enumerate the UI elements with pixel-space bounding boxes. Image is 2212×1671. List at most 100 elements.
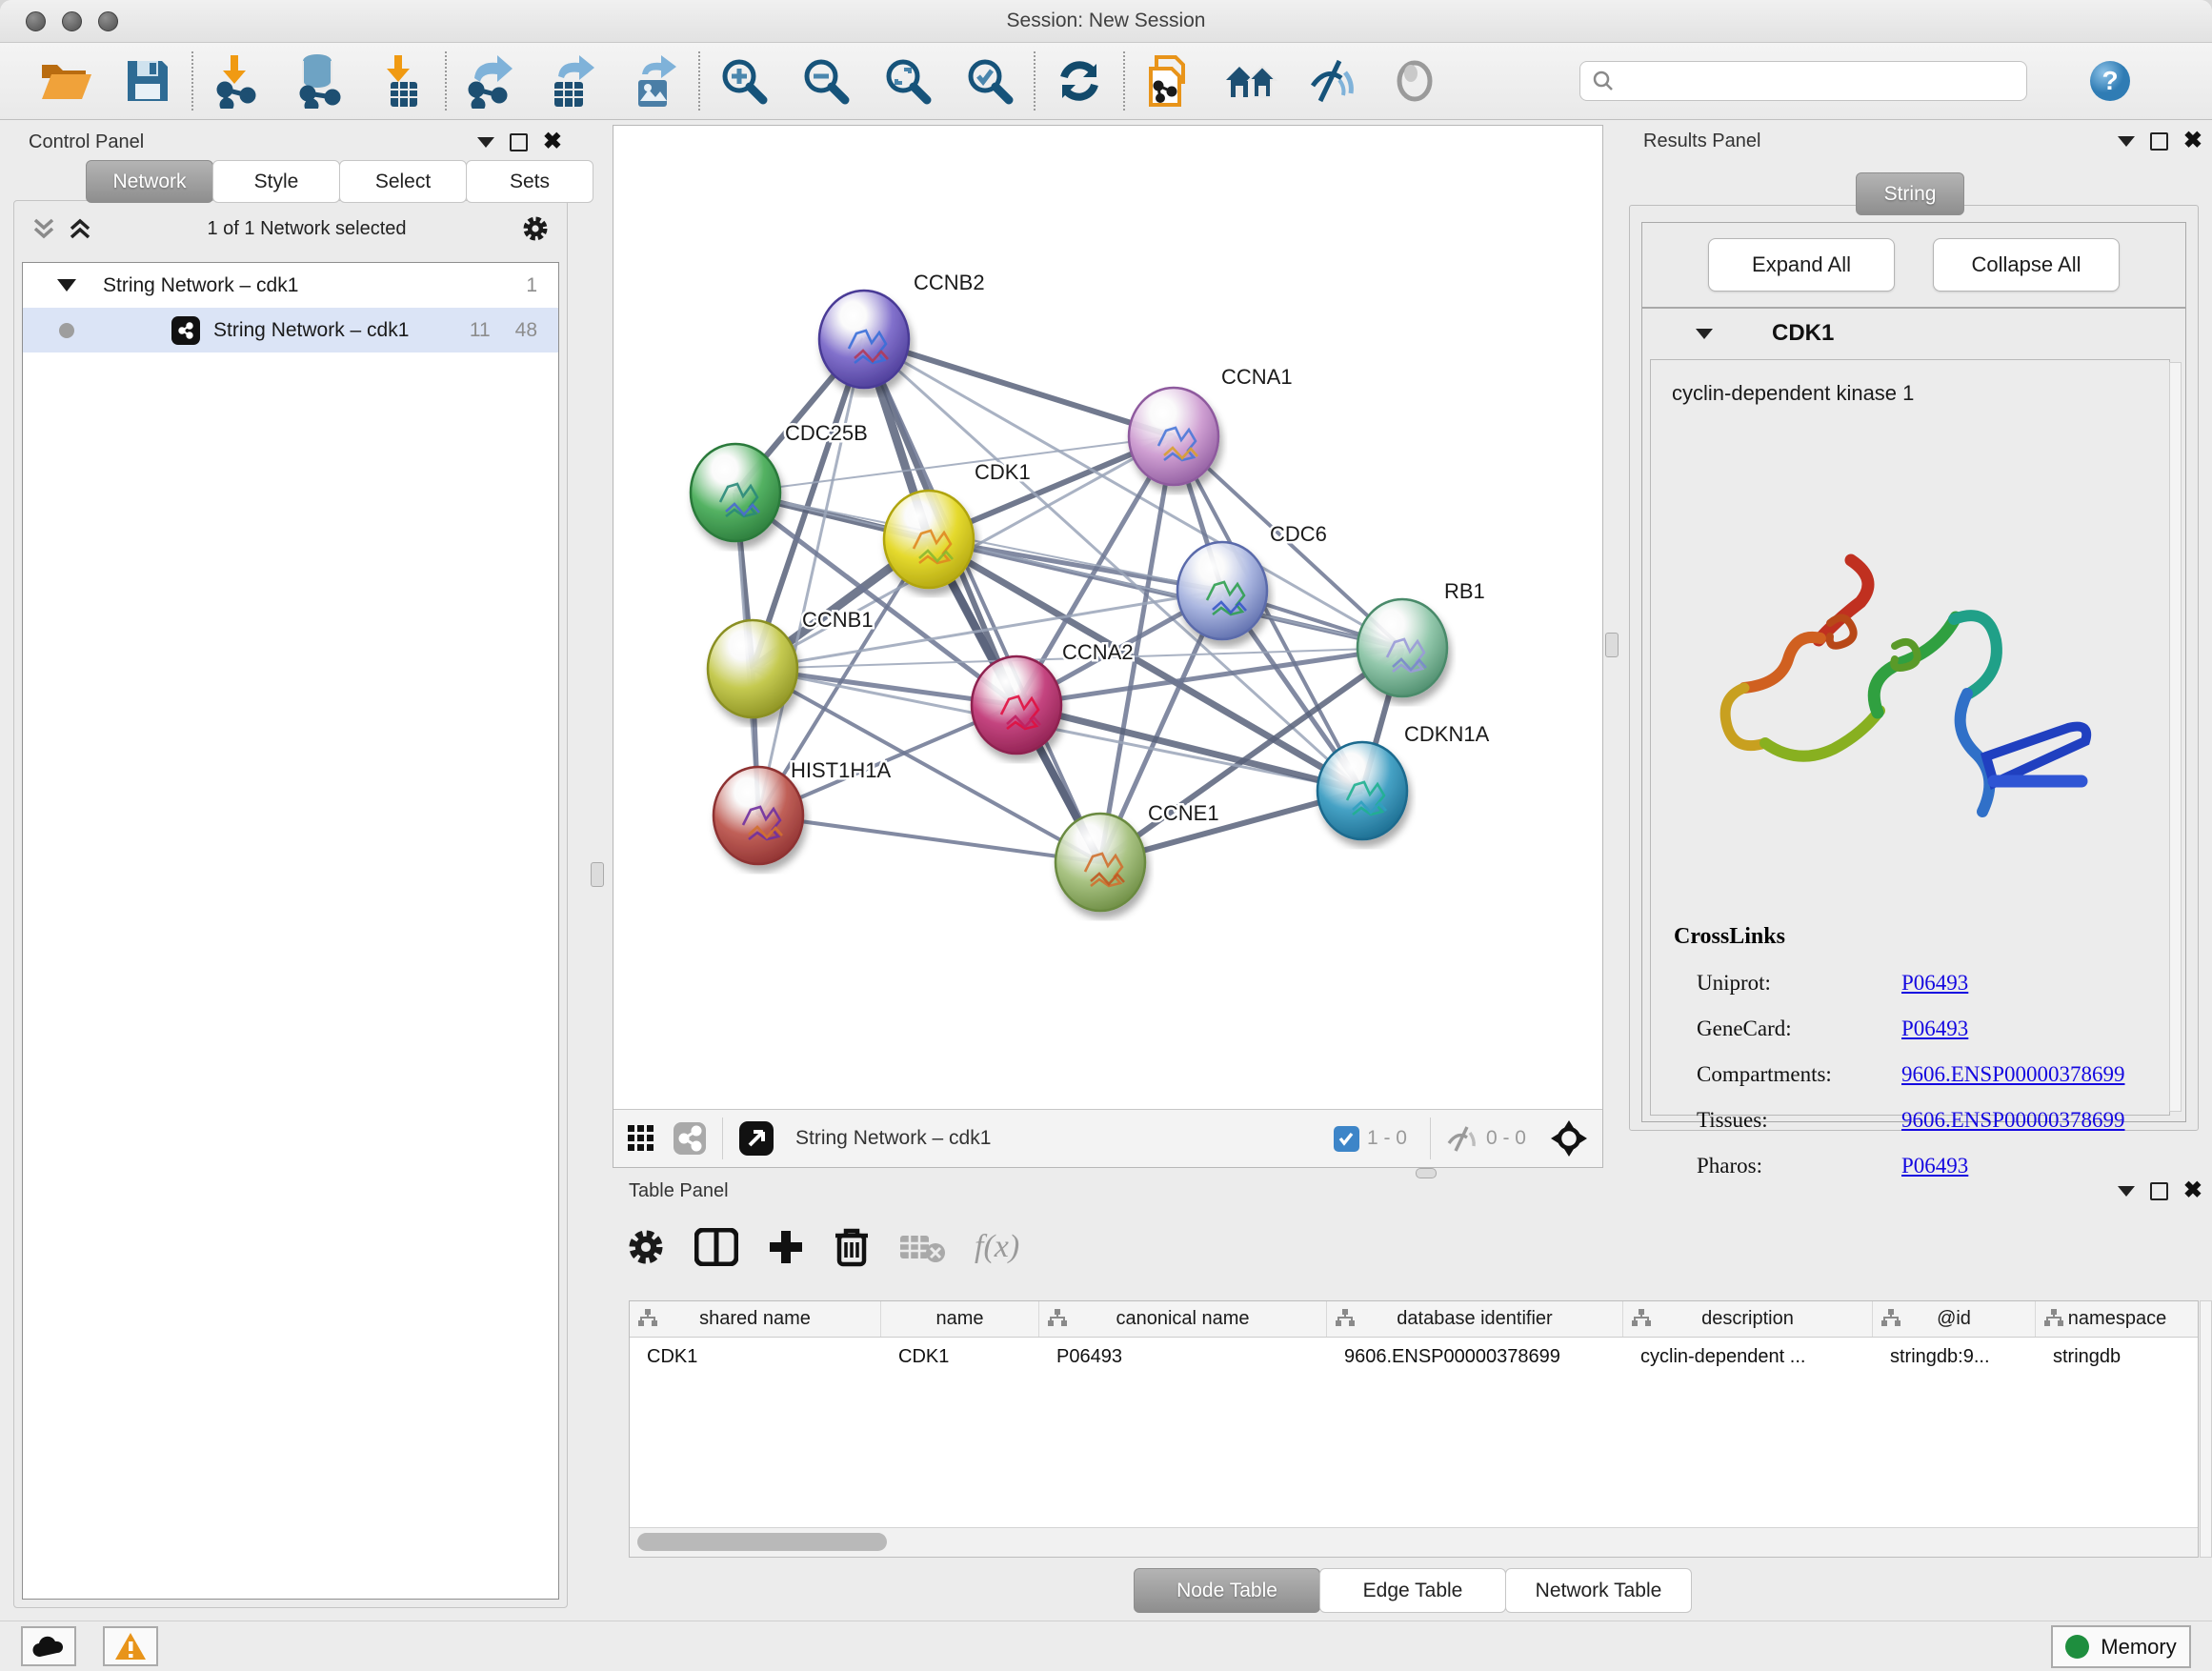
network-tree-row[interactable]: String Network – cdk11148 [23, 308, 558, 352]
crosslink-link[interactable]: P06493 [1901, 1017, 1968, 1041]
panel-float-icon[interactable] [2150, 132, 2168, 151]
column-header-name[interactable]: name [881, 1301, 1039, 1337]
toolbar-search-field[interactable] [1579, 61, 2027, 101]
vertical-splitter-handle[interactable] [1605, 633, 1619, 657]
collapse-all-icon[interactable] [31, 216, 56, 241]
table-cell[interactable]: P06493 [1039, 1338, 1327, 1377]
node-table[interactable]: shared namenamecanonical namedatabase id… [629, 1300, 2199, 1558]
add-column-icon[interactable] [767, 1228, 805, 1266]
panel-close-icon[interactable]: ✖ [2183, 1179, 2202, 1202]
search-input[interactable] [1624, 70, 2015, 93]
network-node-CCNA1[interactable]: CCNA1 [1129, 365, 1293, 485]
network-node-RB1[interactable]: RB1 [1357, 579, 1485, 696]
import-network-from-database-button[interactable] [278, 47, 360, 115]
crosslink-link[interactable]: 9606.ENSP00000378699 [1901, 1062, 2125, 1087]
apply-layout-button[interactable] [1038, 47, 1120, 115]
network-node-HIST1H1A[interactable]: HIST1H1A [714, 758, 891, 864]
crosslink-link[interactable]: P06493 [1901, 971, 1968, 996]
network-edge-CCNE1-HIST1H1A[interactable] [758, 815, 1100, 862]
network-edge-CCNB2-CCNE1[interactable] [864, 339, 1100, 862]
column-header-namespace[interactable]: namespace [2036, 1301, 2199, 1337]
table-cell[interactable]: stringdb:9... [1873, 1338, 2036, 1377]
panel-menu-icon[interactable] [477, 137, 494, 148]
birdseye-grid-icon[interactable] [627, 1124, 655, 1153]
vertical-splitter-handle[interactable] [591, 862, 604, 887]
import-network-from-file-button[interactable] [196, 47, 278, 115]
table-cell[interactable]: 9606.ENSP00000378699 [1327, 1338, 1623, 1377]
zoom-in-button[interactable] [703, 47, 785, 115]
hide-selected-button[interactable] [1292, 47, 1374, 115]
zoom-fit-button[interactable] [867, 47, 949, 115]
panel-menu-icon[interactable] [2118, 136, 2135, 147]
status-bar: Memory [0, 1621, 2212, 1671]
import-table-from-file-button[interactable] [360, 47, 442, 115]
show-columns-icon[interactable] [694, 1228, 738, 1266]
open-session-button[interactable] [25, 47, 107, 115]
column-header-description[interactable]: description [1623, 1301, 1873, 1337]
show-hidden-button[interactable] [1374, 47, 1456, 115]
tab-edge-table[interactable]: Edge Table [1319, 1568, 1506, 1613]
export-table-button[interactable] [532, 47, 613, 115]
memory-button[interactable]: Memory [2051, 1625, 2191, 1668]
network-node-CDKN1A[interactable]: CDKN1A [1317, 722, 1490, 839]
network-share-icon[interactable] [673, 1121, 707, 1156]
collapse-all-button[interactable]: Collapse All [1933, 238, 2120, 292]
zoom-out-button[interactable] [785, 47, 867, 115]
tab-sets[interactable]: Sets [466, 160, 593, 203]
help-button[interactable]: ? [2069, 47, 2151, 115]
fit-crosshair-icon[interactable] [1549, 1118, 1589, 1158]
tab-network[interactable]: Network [86, 160, 213, 203]
results-scrollbar[interactable] [2169, 362, 2182, 1112]
panel-menu-icon[interactable] [2118, 1186, 2135, 1197]
zoom-selected-button[interactable] [949, 47, 1031, 115]
export-view-icon[interactable] [738, 1120, 774, 1157]
column-header-shared-name[interactable]: shared name [630, 1301, 881, 1337]
show-all-networks-button[interactable] [1210, 47, 1292, 115]
cloud-status-button[interactable] [21, 1626, 76, 1666]
delete-column-trash-icon[interactable] [834, 1226, 870, 1268]
tab-node-table[interactable]: Node Table [1134, 1568, 1320, 1613]
table-settings-gear-icon[interactable] [626, 1227, 666, 1267]
panel-float-icon[interactable] [510, 133, 528, 151]
section-collapse-icon[interactable] [1696, 329, 1713, 339]
tab-string[interactable]: String [1856, 172, 1964, 215]
table-cell[interactable]: stringdb [2036, 1338, 2199, 1377]
table-cell[interactable]: CDK1 [881, 1338, 1039, 1377]
warnings-button[interactable] [103, 1626, 158, 1666]
network-edge-CDC25B-CDC6[interactable] [735, 493, 1222, 591]
tree-collapse-icon[interactable] [57, 279, 76, 292]
network-node-CCNB1[interactable]: CCNB1 [708, 608, 874, 717]
protein-section-header[interactable]: CDK1 [1642, 309, 2185, 358]
network-canvas[interactable]: CCNB2CCNA1CDC25BCDK1CDC6RB1CCNB1CCNA2CDK… [613, 126, 1602, 1109]
column-header-canonical-name[interactable]: canonical name [1039, 1301, 1327, 1337]
network-node-CDC6[interactable]: CDC6 [1177, 522, 1327, 639]
expand-all-button[interactable]: Expand All [1708, 238, 1895, 292]
network-node-CCNE1[interactable]: CCNE1 [1056, 801, 1219, 911]
panel-close-icon[interactable]: ✖ [543, 131, 562, 153]
horizontal-splitter-handle[interactable] [1416, 1168, 1437, 1178]
crosslink-link[interactable]: 9606.ENSP00000378699 [1901, 1108, 2125, 1133]
clone-network-button[interactable] [1128, 47, 1210, 115]
tab-style[interactable]: Style [212, 160, 340, 203]
tab-select[interactable]: Select [339, 160, 467, 203]
column-header-database-identifier[interactable]: database identifier [1327, 1301, 1623, 1337]
panel-close-icon[interactable]: ✖ [2183, 130, 2202, 152]
table-horizontal-scrollbar[interactable] [630, 1527, 2198, 1557]
save-session-button[interactable] [107, 47, 189, 115]
table-row[interactable]: CDK1CDK1P064939606.ENSP00000378699cyclin… [630, 1338, 2198, 1377]
export-image-button[interactable] [613, 47, 695, 115]
crosslink-row: GeneCard:P06493 [1674, 1017, 2125, 1041]
expand-all-icon[interactable] [68, 216, 92, 241]
table-cell[interactable]: cyclin-dependent ... [1623, 1338, 1873, 1377]
export-network-button[interactable] [450, 47, 532, 115]
tab-network-table[interactable]: Network Table [1505, 1568, 1692, 1613]
column-header--id[interactable]: @id [1873, 1301, 2036, 1337]
gear-icon[interactable] [521, 214, 550, 243]
network-tree-row[interactable]: String Network – cdk11 [23, 263, 558, 308]
selected-checkbox[interactable] [1334, 1126, 1359, 1152]
scrollbar-thumb[interactable] [637, 1533, 887, 1551]
table-cell[interactable]: CDK1 [630, 1338, 881, 1377]
panel-float-icon[interactable] [2150, 1182, 2168, 1200]
network-edge-CCNB2-CCNA1[interactable] [864, 339, 1174, 436]
table-vertical-scrollbar[interactable] [2200, 1300, 2212, 1558]
